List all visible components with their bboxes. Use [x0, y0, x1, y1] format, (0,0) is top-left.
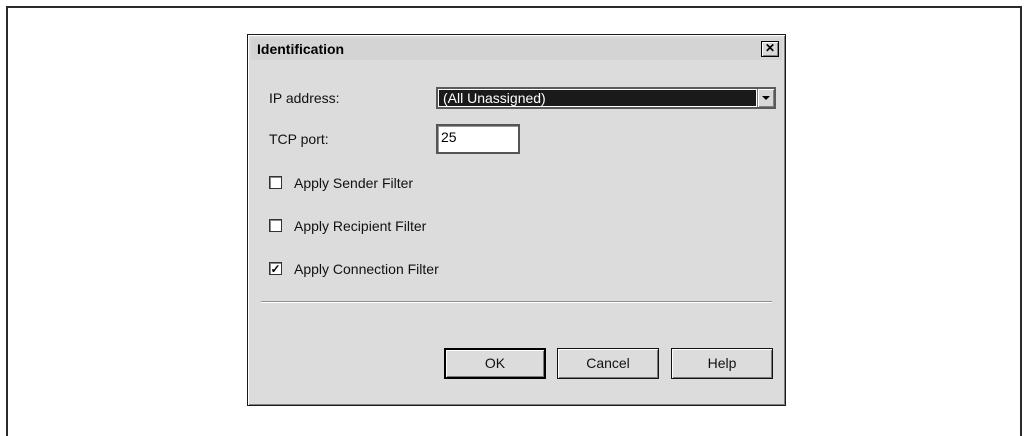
check-icon: ✓	[270, 262, 281, 276]
ip-address-label: IP address:	[269, 90, 340, 106]
sender-filter-checkbox[interactable]	[269, 176, 282, 189]
identification-dialog: Identification ✕ IP address: (All Unassi…	[247, 34, 786, 406]
recipient-filter-label: Apply Recipient Filter	[294, 218, 427, 234]
connection-filter-checkbox[interactable]: ✓	[269, 262, 282, 275]
ip-address-selected-value: (All Unassigned)	[439, 90, 756, 106]
close-icon: ✕	[764, 41, 776, 55]
separator	[261, 301, 772, 303]
title-bar: Identification ✕	[251, 38, 782, 60]
tcp-port-label: TCP port:	[269, 131, 329, 147]
ip-address-select[interactable]: (All Unassigned)	[436, 87, 776, 109]
recipient-filter-checkbox[interactable]	[269, 219, 282, 232]
close-button[interactable]: ✕	[761, 41, 779, 57]
connection-filter-label: Apply Connection Filter	[294, 261, 439, 277]
tcp-port-input[interactable]: 25	[436, 124, 520, 154]
sender-filter-label: Apply Sender Filter	[294, 175, 414, 191]
cancel-button[interactable]: Cancel	[557, 348, 659, 379]
chevron-down-icon[interactable]	[757, 89, 774, 107]
ok-button[interactable]: OK	[444, 348, 546, 379]
dialog-title: Identification	[257, 41, 345, 57]
help-button[interactable]: Help	[671, 348, 773, 379]
